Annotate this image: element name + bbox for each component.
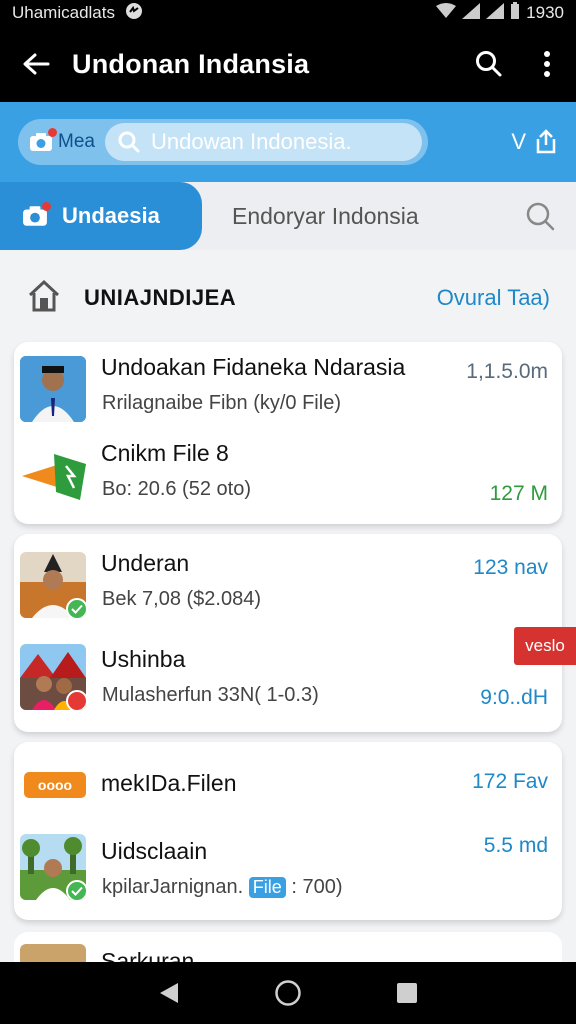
band-right-label: V (511, 129, 526, 154)
item-size: 1,1.5.0m (466, 360, 548, 383)
item-size: 172 Fav (472, 770, 548, 793)
search-query: Undowan Indonesia. (150, 129, 352, 154)
file-card-3: oooo mekIDa.Filen 172 Fav Uidsclaain kpi… (14, 742, 562, 920)
page-title: Undonan Indansia (72, 48, 310, 79)
triangle-back-icon (160, 983, 179, 1003)
battery-icon (510, 1, 520, 25)
share-icon (536, 129, 556, 154)
list-item[interactable]: Uidsclaain kpilarJarnignan. File : 700) … (14, 830, 562, 916)
item-size: 5.5 md (483, 834, 548, 857)
list-item[interactable]: Undoakan Fidaneka Ndarasia Rrilagnaibe F… (14, 346, 562, 432)
file-card-1: Undoakan Fidaneka Ndarasia Rrilagnaibe F… (14, 342, 562, 524)
notification-dot (42, 202, 51, 211)
share-area[interactable]: V (511, 129, 558, 155)
camera-icon (22, 202, 51, 227)
item-subtitle: Mulasherfun 33N( 1-0.3) (102, 684, 319, 706)
item-size: 123 nav (473, 556, 548, 579)
search-icon (118, 131, 140, 153)
check-icon (66, 598, 86, 618)
avatar (20, 644, 86, 710)
item-size: 9:0..dH (480, 686, 548, 709)
nav-back-button[interactable] (149, 973, 189, 1013)
nav-recents-button[interactable] (387, 973, 427, 1013)
app-bar: Undonan Indansia (0, 26, 576, 102)
wifi-icon (436, 2, 457, 24)
camera-icon (28, 128, 57, 153)
signal-icon-2 (486, 2, 505, 24)
item-title: Undoakan Fidaneka Ndarasia (101, 354, 406, 380)
signal-icon (462, 2, 481, 24)
search-icon (476, 51, 502, 77)
tab-undaesia[interactable]: Undaesia (0, 182, 202, 250)
home-icon (26, 279, 62, 318)
item-subtitle: Bo: 20.6 (52 oto) (102, 478, 251, 500)
source-chip[interactable]: Mea (28, 128, 95, 153)
avatar (20, 356, 86, 422)
list-item[interactable]: oooo mekIDa.Filen 172 Fav (14, 744, 562, 830)
tab-search-button[interactable] (504, 201, 576, 231)
tab-active-label: Undaesia (62, 203, 160, 228)
tab-endoryar[interactable]: Endoryar Indonsia (202, 203, 504, 230)
item-subtitle-count: : 700) (291, 876, 343, 898)
item-subtitle: kpilarJarnignan. File : 700) (102, 876, 343, 899)
search-input[interactable]: Undowan Indonesia. (104, 123, 422, 161)
avatar (20, 552, 86, 618)
item-size: 127 M (489, 482, 548, 505)
file-badge-icon: oooo (24, 772, 86, 798)
system-nav-bar (0, 962, 576, 1024)
notification-dot (48, 128, 57, 137)
label-tag[interactable]: veslo (514, 627, 576, 665)
clock-time: 1930 (526, 3, 564, 22)
carrier-label: Uhamicadlats (12, 3, 115, 22)
check-icon (66, 880, 86, 900)
arrow-left-icon (23, 53, 50, 75)
status-icon (66, 690, 86, 710)
status-bar: Uhamicadlats 1930 (0, 0, 576, 26)
circle-home-icon (275, 980, 301, 1006)
item-title: Uidsclaain (101, 838, 208, 864)
list-item[interactable]: Underan Bek 7,08 ($2.084) 123 nav (14, 542, 562, 628)
file-type-badge: File (248, 877, 286, 898)
tab-bar: Undaesia Endoryar Indonsia (0, 182, 576, 250)
avatar (20, 834, 86, 900)
nav-home-button[interactable] (268, 973, 308, 1013)
item-title: Underan (101, 550, 190, 576)
section-title: UNIAJNDIJEA (84, 285, 237, 310)
search-pill[interactable]: Mea Undowan Indonesia. (18, 119, 428, 165)
more-vertical-icon (544, 51, 550, 77)
list-item[interactable]: Cnikm File 8 Bo: 20.6 (52 oto) 127 M (14, 432, 562, 518)
section-link[interactable]: Ovural Taa) (437, 285, 550, 311)
list-item[interactable]: Ushinba Mulasherfun 33N( 1-0.3) 9:0..dH (14, 638, 562, 724)
file-thumbnail (20, 442, 86, 508)
section-header: UNIAJNDIJEA Ovural Taa) (0, 262, 576, 334)
item-title: Cnikm File 8 (101, 440, 229, 466)
item-title: Ushinba (101, 646, 186, 672)
search-button[interactable] (460, 26, 518, 102)
sync-icon (125, 2, 143, 25)
item-subtitle-text: kpilarJarnignan. (102, 876, 244, 898)
back-button[interactable] (0, 26, 72, 102)
item-subtitle: Rrilagnaibe Fibn (ky/0 File) (102, 392, 341, 414)
source-chip-label: Mea (58, 131, 95, 152)
square-recents-icon (396, 983, 417, 1003)
file-card-2: Underan Bek 7,08 ($2.084) 123 nav Ushinb… (14, 534, 562, 732)
item-title: mekIDa.Filen (101, 770, 237, 796)
search-icon (526, 202, 555, 231)
more-options-button[interactable] (518, 26, 576, 102)
item-subtitle: Bek 7,08 ($2.084) (102, 588, 261, 610)
search-band: Mea Undowan Indonesia. V (0, 102, 576, 182)
